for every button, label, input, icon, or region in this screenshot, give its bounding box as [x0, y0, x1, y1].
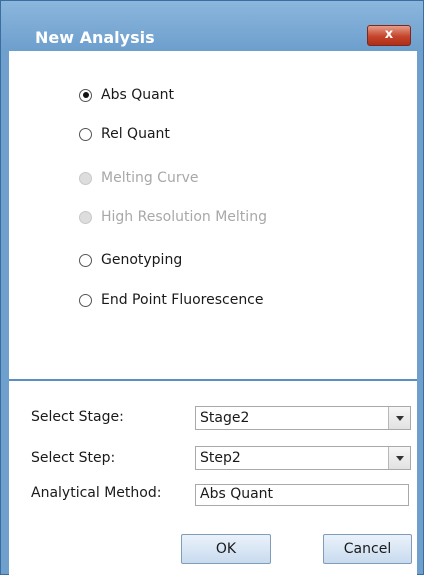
radio-option-rel-quant[interactable]: Rel Quant: [79, 123, 170, 145]
radio-option-genotyping[interactable]: Genotyping: [79, 249, 182, 271]
dialog-body: Abs Quant Rel Quant Melting Curve High R…: [9, 51, 417, 576]
radio-button: [79, 210, 92, 224]
radio-label: Abs Quant: [101, 87, 175, 103]
analytical-method-label: Analytical Method:: [31, 485, 162, 501]
select-step-dropdown[interactable]: Step2: [195, 446, 411, 470]
radio-option-end-point-fluorescence[interactable]: End Point Fluorescence: [79, 289, 264, 311]
select-step-value: Step2: [200, 450, 241, 466]
close-button[interactable]: x: [367, 25, 411, 46]
cancel-button[interactable]: Cancel: [323, 534, 412, 564]
chevron-down-icon[interactable]: [388, 407, 410, 429]
select-step-label: Select Step:: [31, 450, 116, 466]
settings-panel: Select Stage: Stage2 Select Step: Step2 …: [9, 381, 417, 576]
chevron-down-icon[interactable]: [388, 447, 410, 469]
close-icon: x: [384, 27, 394, 42]
radio-button: [79, 171, 92, 185]
radio-label: Rel Quant: [101, 126, 170, 142]
radio-button[interactable]: [79, 293, 92, 307]
analysis-type-panel: Abs Quant Rel Quant Melting Curve High R…: [9, 51, 417, 381]
radio-button[interactable]: [79, 253, 92, 267]
radio-label: End Point Fluorescence: [101, 292, 264, 308]
radio-label: High Resolution Melting: [101, 209, 267, 225]
radio-button[interactable]: [79, 88, 92, 102]
select-stage-label: Select Stage:: [31, 409, 124, 425]
ok-button[interactable]: OK: [181, 534, 271, 564]
title-bar: New Analysis x: [1, 1, 423, 51]
radio-option-melting-curve: Melting Curve: [79, 167, 198, 189]
select-stage-value: Stage2: [200, 410, 250, 426]
dialog-title: New Analysis: [35, 28, 155, 47]
radio-button[interactable]: [79, 127, 92, 141]
analytical-method-field[interactable]: Abs Quant: [195, 484, 409, 506]
radio-label: Melting Curve: [101, 170, 199, 186]
new-analysis-dialog: New Analysis x Abs Quant Rel Quant Melti…: [0, 0, 424, 576]
radio-label: Genotyping: [101, 252, 183, 268]
radio-option-abs-quant[interactable]: Abs Quant: [79, 84, 174, 106]
radio-option-high-resolution-melting: High Resolution Melting: [79, 206, 267, 228]
select-stage-dropdown[interactable]: Stage2: [195, 406, 411, 430]
